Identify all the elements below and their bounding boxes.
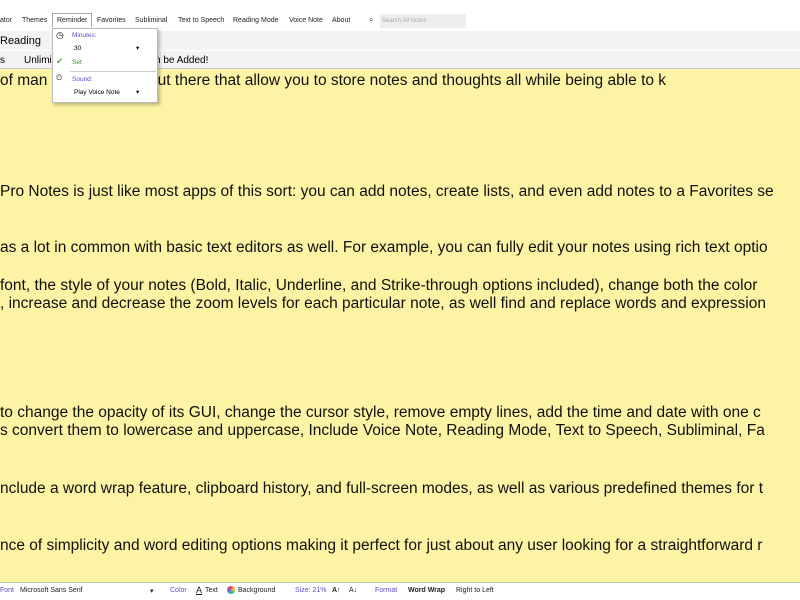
zoom-size: Size: 21% (295, 587, 327, 594)
text-line: as a lot in common with basic text edito… (0, 239, 768, 256)
menu-item-reminder[interactable]: Reminder (52, 13, 93, 27)
menu-item-calculator[interactable]: ator (0, 17, 12, 24)
minutes-value: 30 (74, 45, 82, 52)
menu-item-voice-note[interactable]: Voice Note (289, 17, 323, 24)
text-color-icon: A (196, 585, 203, 595)
tab-notes[interactable]: s (0, 55, 5, 66)
text-line: nce of simplicity and word editing optio… (0, 537, 763, 554)
decrease-size-button[interactable]: A↓ (349, 587, 357, 594)
menu-item-themes[interactable]: Themes (22, 17, 47, 24)
chevron-down-icon[interactable]: ▾ (150, 587, 154, 595)
status-bar: Font Microsoft Sans Serif ▾ Color A Text… (0, 583, 800, 600)
text-line: Pro Notes is just like most apps of this… (0, 183, 774, 200)
banner-text: Unlimi (24, 55, 52, 66)
chevron-down-icon: ▾ (136, 89, 140, 96)
text-color-button[interactable]: Text (205, 587, 218, 594)
menu-item-reading-mode[interactable]: Reading Mode (233, 17, 279, 24)
color-label: Color (170, 587, 187, 594)
background-color-button[interactable]: Background (238, 587, 275, 594)
text-line: to change the opacity of its GUI, change… (0, 404, 761, 421)
banner-text-tail: n be Added! (155, 55, 209, 66)
clock-icon: ◷ (56, 30, 64, 40)
reminder-dropdown: ◷ Minutes: 30 ▾ ✔ Set ⏲ Sound: Play Voice… (52, 28, 158, 103)
menu-item-favorites[interactable]: Favorites (97, 17, 126, 24)
font-select[interactable]: Microsoft Sans Serif (20, 587, 83, 594)
font-label: Font (0, 587, 15, 594)
text-line: s convert them to lowercase and uppercas… (0, 422, 765, 439)
text-line: nclude a word wrap feature, clipboard hi… (0, 480, 764, 497)
divider (70, 71, 156, 72)
check-icon: ✔ (56, 56, 64, 66)
chevron-down-icon: ▾ (136, 45, 140, 52)
sound-value: Play Voice Note (74, 89, 120, 96)
menu-item-subliminal[interactable]: Subliminal (135, 17, 167, 24)
menu-item-about[interactable]: About (332, 17, 350, 24)
sound-label: Sound: (72, 76, 93, 83)
sound-select[interactable]: Play Voice Note ▾ (72, 87, 142, 97)
search-input[interactable]: Search All Notes (380, 14, 466, 28)
search-icon: ⌕ (369, 15, 374, 24)
format-label: Format (375, 587, 398, 594)
minutes-label: Minutes: (72, 32, 97, 39)
set-button[interactable]: Set (72, 59, 82, 66)
search-bar: ⌕ Search All Notes (369, 14, 466, 28)
word-wrap-button[interactable]: Word Wrap (408, 587, 445, 594)
minutes-select[interactable]: 30 ▾ (72, 44, 142, 54)
reading-label[interactable]: Reading (0, 35, 41, 47)
text-line: , increase and decrease the zoom levels … (0, 295, 766, 312)
increase-size-button[interactable]: A↑ (332, 587, 341, 594)
note-editor[interactable]: of man e-taking apps out there that allo… (0, 69, 800, 583)
text-line: font, the style of your notes (Bold, Ita… (0, 277, 758, 294)
alarm-icon: ⏲ (56, 73, 63, 82)
right-to-left-button[interactable]: Right to Left (456, 587, 494, 594)
palette-icon (227, 586, 235, 594)
menu-item-text-to-speech[interactable]: Text to Speech (178, 17, 224, 24)
